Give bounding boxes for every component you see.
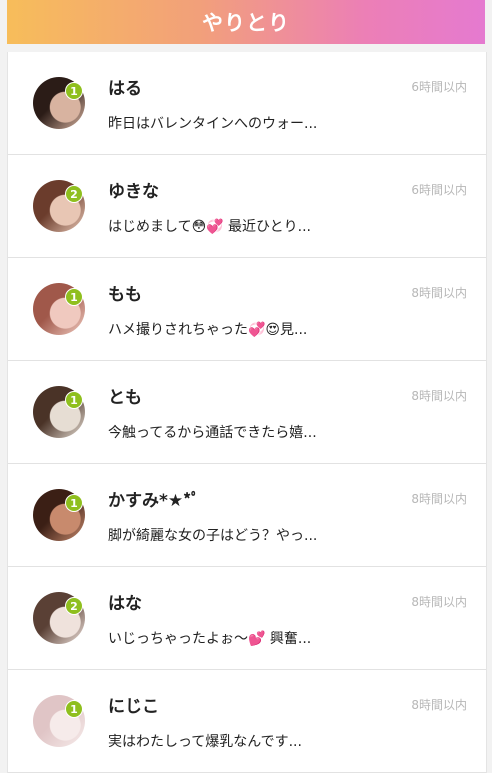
page-header: やりとり	[7, 0, 485, 44]
page-title: やりとり	[202, 11, 290, 35]
conversation-row[interactable]: 2 ゆきな 6時間以内 はじめまして😳💞 最近ひとり...	[8, 155, 486, 258]
conversation-row[interactable]: 1 かすみ*★*ﾟ 8時間以内 脚が綺麗な女の子はどう？やっ...	[8, 464, 486, 567]
timestamp: 8時間以内	[411, 286, 467, 300]
unread-count-badge: 1	[65, 391, 83, 409]
conversation-row[interactable]: 1 もも 8時間以内 ハメ撮りされちゃった💞😍見...	[8, 258, 486, 361]
sender-name: もも	[108, 285, 142, 305]
unread-count-badge: 2	[65, 185, 83, 203]
message-preview: いじっちゃったよぉ〜💕 興奮...	[108, 631, 312, 647]
timestamp: 8時間以内	[411, 595, 467, 609]
conversation-row[interactable]: 1 にじこ 8時間以内 実はわたしって爆乳なんです...	[8, 670, 486, 773]
sender-name: はな	[108, 594, 142, 614]
sender-name: ゆきな	[108, 182, 159, 202]
timestamp: 8時間以内	[411, 492, 467, 506]
conversation-row[interactable]: 2 はな 8時間以内 いじっちゃったよぉ〜💕 興奮...	[8, 567, 486, 670]
unread-count-badge: 2	[65, 597, 83, 615]
name-decoration: *★*ﾟ	[159, 491, 200, 511]
unread-count-badge: 1	[65, 700, 83, 718]
message-preview: 昨日はバレンタインへのウォー...	[108, 116, 318, 132]
sender-name: かすみ*★*ﾟ	[108, 486, 200, 511]
timestamp: 6時間以内	[411, 80, 467, 94]
message-preview: 今触ってるから通話できたら嬉...	[108, 425, 317, 441]
sender-name: にじこ	[108, 697, 159, 717]
timestamp: 6時間以内	[411, 183, 467, 197]
message-preview: はじめまして😳💞 最近ひとり...	[108, 219, 311, 235]
message-preview: 脚が綺麗な女の子はどう？やっ...	[108, 528, 318, 544]
timestamp: 8時間以内	[411, 698, 467, 712]
sender-name: はる	[108, 79, 142, 99]
timestamp: 8時間以内	[411, 389, 467, 403]
sender-name-text: かすみ	[108, 491, 159, 511]
unread-count-badge: 1	[65, 82, 83, 100]
conversation-list: 1 はる 6時間以内 昨日はバレンタインへのウォー... 2 ゆきな 6時間以内…	[7, 52, 487, 773]
conversation-row[interactable]: 1 とも 8時間以内 今触ってるから通話できたら嬉...	[8, 361, 486, 464]
message-preview: ハメ撮りされちゃった💞😍見...	[108, 322, 308, 338]
sender-name: とも	[108, 388, 142, 408]
unread-count-badge: 1	[65, 288, 83, 306]
unread-count-badge: 1	[65, 494, 83, 512]
message-preview: 実はわたしって爆乳なんです...	[108, 734, 302, 750]
conversation-row[interactable]: 1 はる 6時間以内 昨日はバレンタインへのウォー...	[8, 52, 486, 155]
